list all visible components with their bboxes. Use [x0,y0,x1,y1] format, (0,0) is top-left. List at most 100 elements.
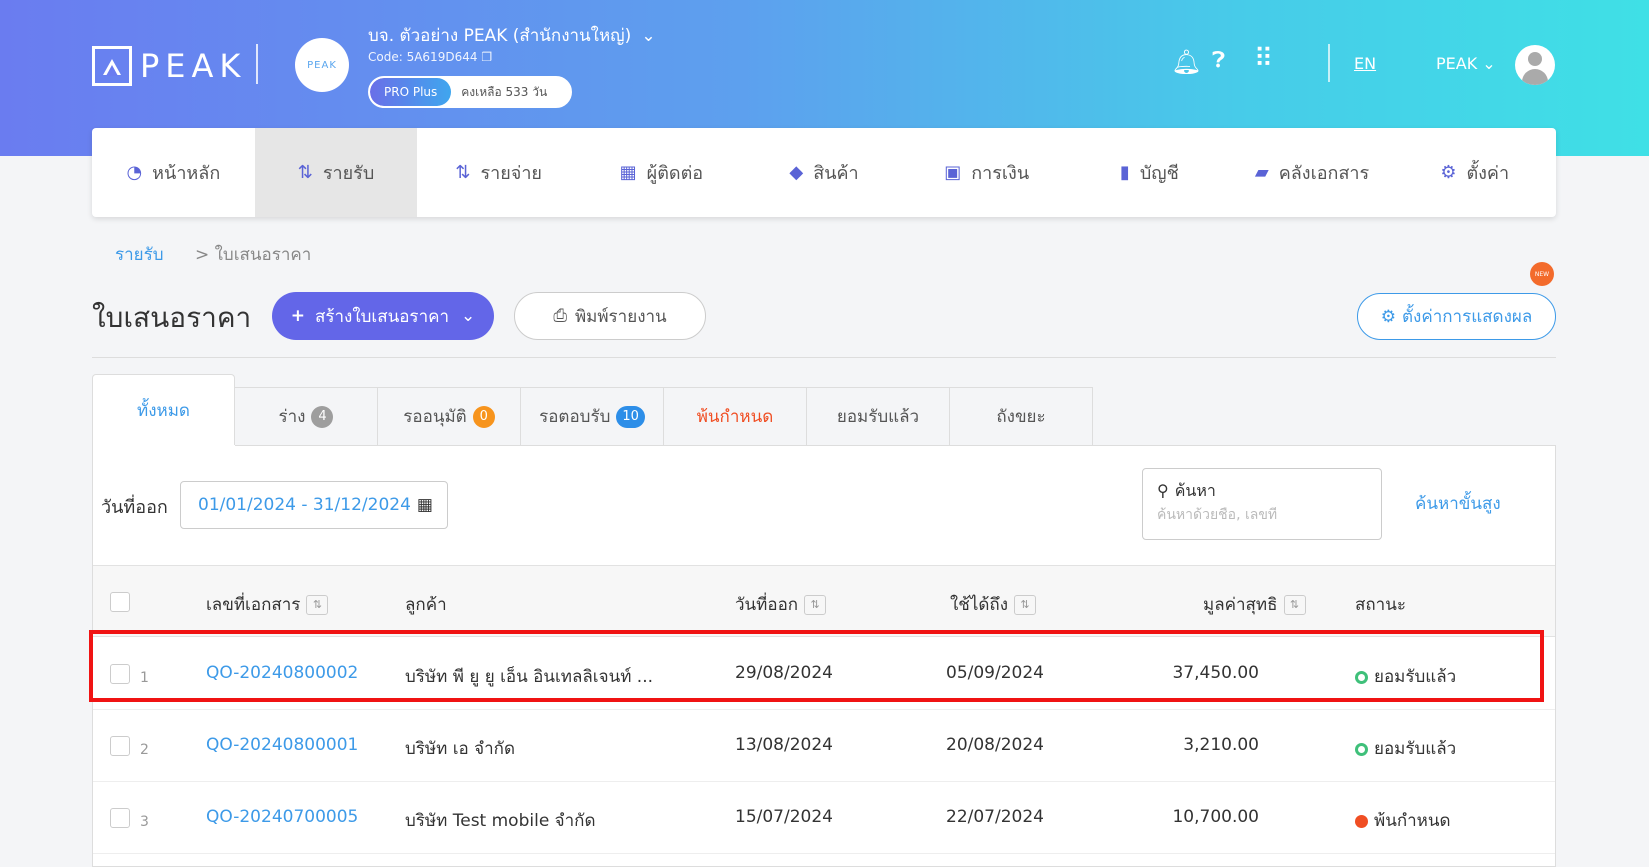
breadcrumb-separator: > [194,245,210,265]
plan-pill[interactable]: PRO Plus คงเหลือ 533 วัน [368,76,572,108]
breadcrumb: รายรับ > ใบเสนอราคา [115,241,311,268]
dashboard-icon: ◔ [126,162,143,183]
company-code-text: Code: 5A619D644 [368,50,478,64]
menu-item-contacts[interactable]: ▦ ผู้ติดต่อ [580,128,743,217]
row-checkbox[interactable] [110,736,130,756]
sort-icon[interactable]: ⇅ [306,595,329,615]
menu-item-income[interactable]: ⇅ รายรับ [254,128,418,217]
row-checkbox[interactable] [110,664,130,684]
advanced-search-link[interactable]: ค้นหาขั้นสูง [1415,490,1501,517]
book-icon: ▮ [1119,162,1130,183]
table-row[interactable]: 3 QO-20240700005 บริษัท Test mobile จำกั… [93,782,1555,854]
column-label: สถานะ [1355,595,1406,615]
customer-name: บริษัท พี ยู ยู เอ็น อินเทลลิเจนท์ ... [405,667,654,687]
company-switcher[interactable]: บจ. ตัวอย่าง PEAK (สำนักงานใหญ่) ⌄ [368,22,656,49]
menu-item-label: การเงิน [971,163,1030,184]
menu-item-label: คลังเอกสาร [1278,163,1370,184]
row-checkbox[interactable] [110,808,130,828]
tab-accepted[interactable]: ยอมรับแล้ว [807,387,950,446]
sort-icon[interactable]: ⇅ [1014,595,1037,615]
row-number: 1 [140,670,149,686]
calendar-icon: ▦ [416,495,433,515]
date-range-picker[interactable]: 01/01/2024 - 31/12/2024 ▦ [180,481,448,529]
language-switch[interactable]: EN [1354,54,1376,73]
create-quotation-button[interactable]: + สร้างใบเสนอราคา ⌄ [272,292,494,340]
company-avatar[interactable]: PEAK [295,38,349,92]
copy-icon[interactable]: ❐ [481,50,492,64]
tab-all[interactable]: ทั้งหมด [92,374,235,446]
column-issue-date[interactable]: วันที่ออก ⇅ [735,591,827,618]
menu-item-products[interactable]: ◆ สินค้า [743,128,906,217]
search-label: ⚲ ค้นหา [1157,479,1216,504]
status-text: ยอมรับแล้ว [1374,739,1457,759]
status-badge: พ้นกำหนด [1355,807,1451,834]
tab-count-badge: 10 [616,405,645,428]
tab-overdue[interactable]: พ้นกำหนด [664,387,807,446]
status-text: พ้นกำหนด [1374,811,1451,831]
gear-icon: ⚙ [1440,162,1457,183]
sort-icon[interactable]: ⇅ [1283,595,1306,615]
doc-number-link[interactable]: QO-20240800001 [206,735,358,755]
menu-item-finance[interactable]: ▣ การเงิน [905,128,1068,217]
tab-label: ถังขยะ [996,407,1046,427]
help-icon[interactable]: ❓︎ [1212,48,1225,73]
doc-number-link[interactable]: QO-20240800002 [206,663,358,683]
folder-icon: ▰ [1254,162,1269,183]
breadcrumb-income-link[interactable]: รายรับ [115,245,164,265]
company-code: Code: 5A619D644 ❐ [368,50,492,64]
table-row[interactable]: 1 QO-20240800002 บริษัท พี ยู ยู เอ็น อิ… [93,638,1555,710]
gear-icon: ⚙ [1380,306,1396,327]
menu-item-settings[interactable]: ⚙ ตั้งค่า [1393,128,1556,217]
contacts-icon: ▦ [619,162,637,183]
net-amount: 3,210.00 [1183,735,1259,755]
user-menu[interactable]: PEAK ⌄ [1436,54,1496,73]
display-settings-button[interactable]: ⚙ ตั้งค่าการแสดงผล [1357,293,1556,340]
issue-date: 13/08/2024 [735,735,833,755]
income-icon: ⇅ [297,162,313,183]
table-header: เลขที่เอกสาร ⇅ ลูกค้า วันที่ออก ⇅ ใช้ได้ถึ… [93,565,1555,637]
tab-trash[interactable]: ถังขยะ [950,387,1093,446]
search-input[interactable] [1157,507,1367,523]
apps-grid-icon[interactable]: ⠿ [1254,44,1273,74]
status-badge: ยอมรับแล้ว [1355,663,1456,690]
column-label: ใช้ได้ถึง [950,595,1009,615]
menu-item-expense[interactable]: ⇅ รายจ่าย [417,128,580,217]
breadcrumb-current: ใบเสนอราคา [214,245,312,265]
date-range-value: 01/01/2024 - 31/12/2024 [198,495,411,515]
page-title: ใบเสนอราคา [92,301,252,334]
customer-name: บริษัท Test mobile จำกัด [405,811,596,831]
column-valid-until[interactable]: ใช้ได้ถึง ⇅ [950,591,1037,618]
menu-item-home[interactable]: ◔ หน้าหลัก [92,128,255,217]
doc-number-link[interactable]: QO-20240700005 [206,807,358,827]
column-label: มูลค่าสุทธิ [1203,595,1278,615]
bell-icon[interactable]: 🔔︎ [1171,48,1201,76]
column-net-amount[interactable]: มูลค่าสุทธิ ⇅ [1203,591,1306,618]
menu-item-accounting[interactable]: ▮ บัญชี [1068,128,1231,217]
main-menu: ◔ หน้าหลัก ⇅ รายรับ ⇅ รายจ่าย ▦ ผู้ติดต่อ ◆ ส… [92,128,1556,217]
box-icon: ◆ [789,162,804,183]
tab-awaiting-response[interactable]: รอตอบรับ 10 [521,387,664,446]
tab-draft[interactable]: ร่าง 4 [235,387,378,446]
divider [92,357,1556,358]
search-box: ⚲ ค้นหา [1142,468,1382,540]
logo-mark-icon [92,46,132,86]
menu-item-label: รายรับ [322,163,375,184]
status-text: ยอมรับแล้ว [1374,667,1457,687]
peak-logo[interactable]: PEAK [92,46,246,86]
table-row[interactable]: 2 QO-20240800001 บริษัท เอ จำกัด 13/08/2… [93,710,1555,782]
chevron-down-icon: ⌄ [641,26,656,46]
row-number: 3 [140,814,149,830]
display-settings-label: ตั้งค่าการแสดงผล [1401,307,1533,327]
column-doc-number[interactable]: เลขที่เอกสาร ⇅ [206,591,329,618]
menu-item-documents[interactable]: ▰ คลังเอกสาร [1231,128,1394,217]
menu-item-label: ตั้งค่า [1466,163,1510,184]
user-avatar[interactable] [1515,45,1555,85]
tab-pending-approval[interactable]: รออนุมัติ 0 [378,387,521,446]
select-all-checkbox[interactable] [110,592,130,612]
printer-icon: ⎙ [553,306,567,326]
print-report-button[interactable]: ⎙ พิมพ์รายงาน [514,292,706,340]
logo-text: PEAK [140,47,247,85]
status-accepted-icon [1355,670,1368,684]
issue-date-label: วันที่ออก [101,497,168,518]
sort-icon[interactable]: ⇅ [804,595,827,615]
